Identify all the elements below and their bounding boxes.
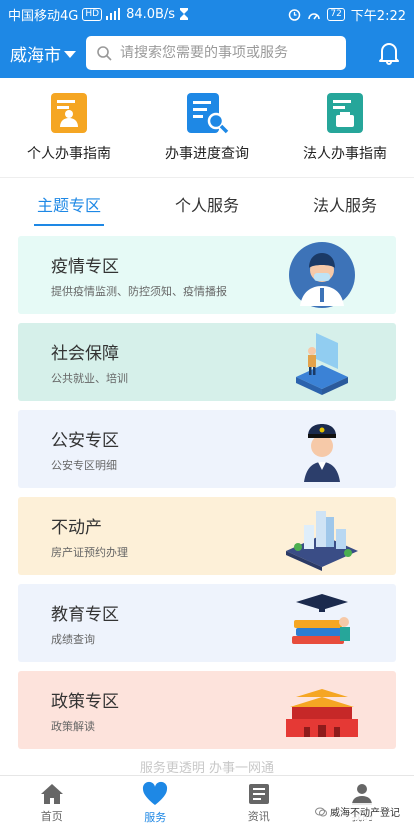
card-public-security[interactable]: 公安专区 公安专区明细 — [18, 410, 396, 488]
city-label: 威海市 — [10, 45, 61, 66]
user-icon — [352, 783, 373, 805]
bell-icon — [379, 43, 399, 65]
card-title: 教育专区 — [51, 604, 119, 625]
quick-label: 法人办事指南 — [303, 146, 387, 162]
card-title: 政策专区 — [51, 691, 119, 712]
card-education[interactable]: 教育专区 成绩查询 — [18, 584, 396, 662]
carrier-text: 中国移动4G — [8, 8, 79, 24]
footer-slogan: 服务更透明 办事一网通 — [139, 761, 275, 776]
tiananmen-icon — [286, 689, 358, 737]
quick-legal-guide[interactable]: 法人办事指南 — [276, 78, 414, 176]
status-bar: 中国移动4G HD 84.0B/s 72 下午2:22 — [0, 0, 414, 28]
watermark: 威海不动产登记 — [311, 803, 404, 820]
news-icon — [248, 783, 269, 804]
quick-progress-query[interactable]: 办事进度查询 — [138, 78, 276, 176]
network-speed: 84.0B/s — [126, 6, 176, 22]
nav-home[interactable]: 首页 — [0, 776, 104, 829]
card-subtitle: 提供疫情监测、防控须知、疫情播报 — [51, 284, 227, 298]
card-epidemic[interactable]: 疫情专区 提供疫情监测、防控须知、疫情播报 — [18, 236, 396, 314]
buildings-icon — [286, 511, 358, 571]
card-real-estate[interactable]: 不动产 房产证预约办理 — [18, 497, 396, 575]
search-icon — [97, 46, 112, 61]
bottom-navigation: 首页 服务 资讯 我的 — [0, 775, 414, 829]
gauge-icon — [308, 12, 321, 19]
home-icon — [40, 783, 63, 804]
card-subtitle: 政策解读 — [51, 719, 95, 733]
progress-query-icon — [187, 93, 229, 134]
clock: 下午2:22 — [350, 8, 406, 24]
nav-news[interactable]: 资讯 — [207, 776, 311, 829]
battery-indicator: 72 — [327, 7, 345, 21]
card-subtitle: 公安专区明细 — [51, 458, 117, 472]
nav-label: 服务 — [144, 810, 167, 824]
city-selector[interactable]: 威海市 — [10, 41, 86, 66]
card-title: 社会保障 — [51, 343, 119, 364]
hourglass-icon — [180, 8, 189, 20]
search-input[interactable] — [120, 45, 330, 61]
card-title: 不动产 — [51, 517, 102, 538]
social-security-icon — [296, 333, 348, 395]
quick-label: 办事进度查询 — [165, 146, 249, 162]
tab-bar: 主题专区 个人服务 法人服务 — [0, 180, 414, 228]
divider — [0, 177, 414, 178]
doctor-icon — [289, 242, 355, 308]
quick-entry-row: 个人办事指南 办事进度查询 法人办事指南 — [0, 78, 414, 176]
education-icon — [292, 594, 350, 644]
watermark-text: 威海不动产登记 — [330, 808, 400, 819]
card-subtitle: 房产证预约办理 — [51, 545, 128, 559]
app-header: 威海市 — [0, 28, 414, 78]
search-box[interactable] — [86, 36, 346, 70]
topic-card-list: 疫情专区 提供疫情监测、防控须知、疫情播报 社会保障 公共就业、培训 公安专区 … — [18, 236, 396, 758]
chevron-down-icon — [64, 50, 76, 58]
quick-label: 个人办事指南 — [27, 146, 111, 162]
card-social-security[interactable]: 社会保障 公共就业、培训 — [18, 323, 396, 401]
nav-label: 资讯 — [247, 809, 270, 823]
card-subtitle: 成绩查询 — [51, 632, 95, 646]
heart-icon — [143, 781, 168, 805]
tab-theme[interactable]: 主题专区 — [0, 180, 138, 228]
wechat-icon — [315, 807, 327, 816]
card-policy[interactable]: 政策专区 政策解读 — [18, 671, 396, 749]
police-icon — [304, 424, 340, 482]
nav-service[interactable]: 服务 — [104, 776, 208, 829]
card-title: 疫情专区 — [51, 256, 119, 277]
legal-guide-icon — [327, 93, 363, 133]
notification-bell[interactable] — [374, 38, 404, 68]
quick-personal-guide[interactable]: 个人办事指南 — [0, 78, 138, 176]
nav-label: 首页 — [40, 809, 63, 823]
alarm-icon — [289, 8, 301, 21]
tab-legal-service[interactable]: 法人服务 — [276, 180, 414, 228]
personal-guide-icon — [51, 93, 87, 133]
card-title: 公安专区 — [51, 430, 119, 451]
card-subtitle: 公共就业、培训 — [51, 371, 128, 385]
tab-personal-service[interactable]: 个人服务 — [138, 180, 276, 228]
hd-badge: HD — [82, 7, 103, 21]
signal-icon — [106, 8, 121, 20]
